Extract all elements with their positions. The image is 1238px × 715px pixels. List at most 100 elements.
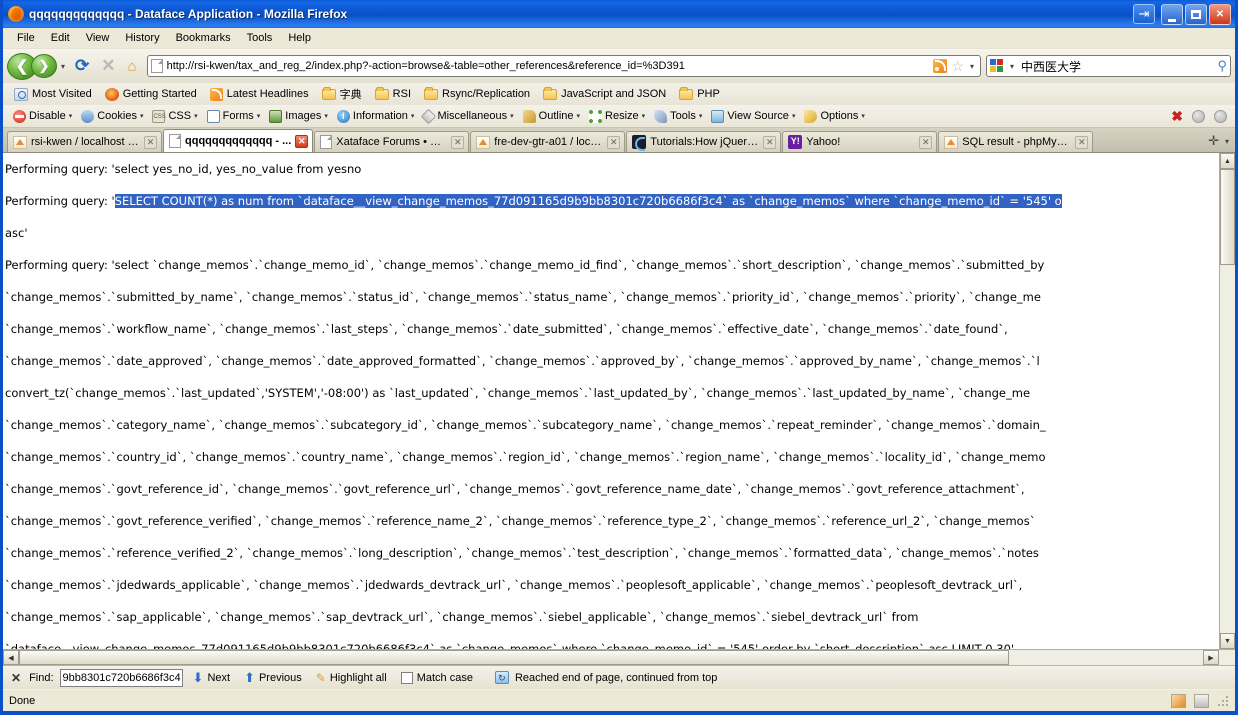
find-input[interactable]: 9bb8301c720b6686f3c4: [59, 668, 183, 687]
webdev-outline[interactable]: Outline ▾: [519, 109, 584, 124]
menu-tools[interactable]: Tools: [239, 30, 281, 46]
bookmark-getting-started[interactable]: Getting Started: [100, 87, 202, 102]
home-button[interactable]: ⌂: [123, 58, 142, 75]
horizontal-scroll-thumb[interactable]: [19, 650, 1009, 665]
webdev-tools[interactable]: Tools ▾: [650, 109, 706, 124]
tab-rsi-kwen-localhost[interactable]: rsi-kwen / localhost / t... ✕: [7, 131, 162, 152]
resize-grip-icon[interactable]: [1217, 694, 1229, 707]
reload-button[interactable]: ⟳: [70, 56, 94, 76]
find-previous-button[interactable]: ⬆ Previous: [240, 669, 306, 687]
webdev-disable[interactable]: Disable ▾: [9, 109, 76, 124]
chevron-down-icon: ▾: [324, 113, 328, 120]
scroll-left-button[interactable]: ◀: [3, 650, 19, 665]
tab-dataface-application[interactable]: qqqqqqqqqqqqq - ... ✕: [163, 129, 314, 152]
search-input[interactable]: 中西医大学: [1021, 58, 1213, 75]
menu-bookmarks[interactable]: Bookmarks: [168, 30, 239, 46]
info-indicator-icon[interactable]: [1214, 109, 1227, 123]
bookmark-folder-javascript-json[interactable]: JavaScript and JSON: [538, 86, 671, 101]
feed-icon: [209, 87, 223, 101]
bookmark-star-icon[interactable]: ☆: [951, 58, 964, 75]
find-status-message: ↻ Reached end of page, continued from to…: [494, 671, 717, 684]
chevron-down-icon: ▾: [256, 113, 261, 120]
bookmark-label: Latest Headlines: [226, 88, 309, 100]
addon-indicator-icon[interactable]: [1171, 693, 1186, 708]
bookmark-folder-rsync-replication[interactable]: Rsync/Replication: [419, 86, 535, 101]
horizontal-scroll-track[interactable]: [19, 650, 1203, 665]
maximize-button[interactable]: [1185, 3, 1207, 25]
tab-list-dropdown-icon[interactable]: ▾: [1225, 137, 1229, 146]
bookmark-folder-dictionary[interactable]: 字典: [317, 85, 367, 103]
url-text[interactable]: http://rsi-kwen/tax_and_reg_2/index.php?…: [167, 60, 930, 72]
bookmark-folder-php[interactable]: PHP: [674, 86, 725, 101]
security-indicator-icon[interactable]: [1194, 693, 1209, 708]
find-next-button[interactable]: ⬇ Next: [189, 669, 235, 687]
webdev-images[interactable]: Images ▾: [265, 109, 332, 124]
phpmyadmin-icon: [944, 135, 959, 149]
new-tab-icon[interactable]: ✛: [1208, 133, 1219, 149]
webdev-view-source[interactable]: View Source ▾: [707, 109, 799, 124]
forward-button[interactable]: ❯: [31, 54, 57, 78]
match-case-checkbox[interactable]: Match case: [397, 671, 477, 685]
menu-view[interactable]: View: [78, 30, 118, 46]
url-dropdown-icon[interactable]: ▾: [970, 62, 974, 71]
warning-indicator-icon[interactable]: [1192, 109, 1205, 123]
chevron-down-icon: ▾: [861, 113, 865, 120]
rss-feed-icon[interactable]: [933, 59, 948, 73]
tab-close-icon[interactable]: ✕: [1075, 135, 1089, 149]
vertical-scrollbar[interactable]: ▲ ▼: [1219, 153, 1235, 649]
webdev-resize[interactable]: Resize ▾: [585, 109, 649, 124]
sql-log-prefix: Performing query: ': [5, 194, 115, 208]
content-area: Performing query: 'select yes_no_id, yes…: [3, 153, 1235, 649]
sql-log-line: `change_memos`.`workflow_name`, `change_…: [5, 322, 1008, 336]
bookmark-latest-headlines[interactable]: Latest Headlines: [205, 87, 314, 102]
tab-yahoo[interactable]: Y! Yahoo! ✕: [782, 131, 938, 152]
webdev-options[interactable]: Options ▾: [800, 109, 868, 124]
search-magnifier-icon[interactable]: ⚲: [1217, 58, 1227, 74]
tab-close-icon[interactable]: ✕: [607, 135, 621, 149]
webdev-miscellaneous[interactable]: Miscellaneous ▾: [419, 108, 517, 124]
sql-log-line: `change_memos`.`sap_applicable`, `change…: [5, 610, 919, 624]
vertical-scroll-thumb[interactable]: [1220, 169, 1235, 265]
highlight-all-button[interactable]: ✎ Highlight all: [312, 670, 391, 686]
tab-xataface-forums[interactable]: Xataface Forums • Po... ✕: [314, 131, 470, 152]
horizontal-scrollbar[interactable]: ◀ ▶: [3, 649, 1235, 665]
search-bar[interactable]: ▾ 中西医大学 ⚲: [986, 55, 1231, 77]
checkbox-icon[interactable]: [400, 671, 413, 684]
menu-edit[interactable]: Edit: [43, 30, 78, 46]
tab-close-icon[interactable]: ✕: [451, 135, 465, 149]
folder-icon: [321, 86, 336, 100]
webdev-label: View Source: [727, 110, 789, 122]
scroll-right-button[interactable]: ▶: [1203, 650, 1219, 665]
scroll-down-button[interactable]: ▼: [1220, 633, 1235, 649]
close-button[interactable]: ✕: [1209, 3, 1231, 25]
phpmyadmin-icon: [476, 135, 491, 149]
bookmark-most-visited[interactable]: Most Visited: [9, 87, 97, 102]
stop-button[interactable]: ✕: [96, 56, 120, 76]
tab-close-icon[interactable]: ✕: [919, 135, 933, 149]
tab-close-icon[interactable]: ✕: [763, 135, 777, 149]
history-dropdown-icon[interactable]: ▾: [61, 62, 65, 71]
tab-close-icon[interactable]: ✕: [295, 134, 309, 148]
minimize-button[interactable]: [1161, 3, 1183, 25]
webdev-cookies[interactable]: Cookies ▾: [77, 109, 147, 124]
tab-tutorials-jquery[interactable]: Tutorials:How jQuery ... ✕: [626, 131, 782, 152]
webdev-forms[interactable]: Forms ▾: [203, 109, 265, 124]
search-engine-dropdown-icon[interactable]: ▾: [1010, 62, 1014, 71]
scroll-up-button[interactable]: ▲: [1220, 153, 1235, 169]
bookmark-folder-rsi[interactable]: RSI: [370, 86, 416, 101]
error-count-icon[interactable]: ✖: [1171, 108, 1183, 125]
webdev-css[interactable]: CSS CSS ▾: [148, 109, 201, 124]
webdev-information[interactable]: i Information ▾: [333, 109, 419, 124]
url-bar[interactable]: http://rsi-kwen/tax_and_reg_2/index.php?…: [146, 55, 981, 77]
tab-fre-dev-gtr-a01[interactable]: fre-dev-gtr-a01 / local... ✕: [470, 131, 626, 152]
menu-file[interactable]: File: [9, 30, 43, 46]
menu-history[interactable]: History: [117, 30, 167, 46]
google-icon[interactable]: [990, 59, 1004, 73]
vertical-scroll-track[interactable]: [1220, 169, 1235, 633]
restore-arrow-button[interactable]: ⇥: [1133, 4, 1155, 24]
menu-help[interactable]: Help: [280, 30, 319, 46]
close-icon[interactable]: ✕: [9, 671, 23, 685]
webdev-label: Disable: [29, 110, 66, 122]
tab-close-icon[interactable]: ✕: [144, 135, 157, 149]
tab-sql-result-phpmyadmin[interactable]: SQL result - phpMyAd... ✕: [938, 131, 1094, 152]
